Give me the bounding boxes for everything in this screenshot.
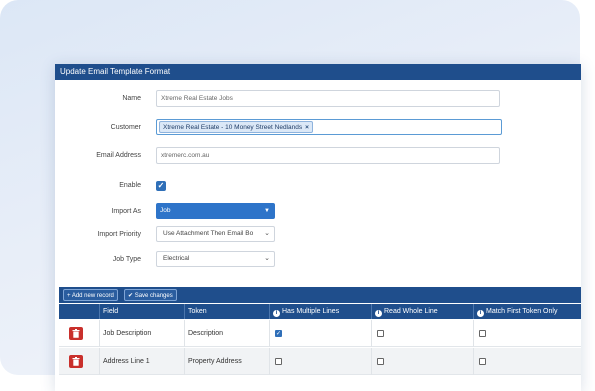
job-type-label: Job Type	[112, 256, 141, 263]
email-input[interactable]: xtremerc.com.au	[156, 147, 500, 164]
customer-label: Customer	[110, 124, 141, 131]
read-whole-line-checkbox[interactable]	[377, 358, 384, 365]
token-cell[interactable]: Property Address	[184, 348, 269, 375]
customer-multiselect[interactable]: Xtreme Real Estate - 10 Money Street Ned…	[156, 119, 502, 135]
chevron-down-icon: ⌄	[262, 227, 270, 241]
remove-tag-icon[interactable]: ×	[305, 124, 309, 131]
job-type-select[interactable]: Electrical ⌄	[156, 251, 275, 267]
column-header-token[interactable]: Token	[184, 304, 269, 319]
job-type-value: Electrical	[163, 255, 190, 262]
grid-header: Field Token i Has Multiple Lines i Read Wh…	[59, 304, 581, 319]
match-first-token-cell	[473, 320, 581, 347]
has-multiple-lines-cell: ✓	[269, 320, 371, 347]
caret-down-icon: ▼	[264, 208, 270, 214]
name-input[interactable]: Xtreme Real Estate Jobs	[156, 90, 500, 107]
customer-row: Customer Xtreme Real Estate - 10 Money S…	[55, 119, 581, 137]
grid-toolbar: + Add new record ✔ Save changes	[59, 287, 581, 303]
info-icon: i	[375, 310, 382, 317]
job-type-row: Job Type Electrical ⌄	[55, 251, 581, 269]
enable-label: Enable	[119, 182, 141, 189]
chevron-down-icon: ⌄	[262, 252, 270, 266]
update-email-template-dialog: Update Email Template Format Name Xtreme…	[55, 64, 581, 391]
column-header-label: Read Whole Line	[384, 308, 438, 315]
enable-row: Enable ✓	[55, 177, 581, 195]
add-new-record-button[interactable]: + Add new record	[63, 289, 118, 301]
import-priority-select[interactable]: Use Attachment Then Email Bo ⌄	[156, 226, 275, 242]
table-row: Address Line 1 Property Address	[59, 348, 581, 375]
read-whole-line-cell	[371, 320, 473, 347]
field-cell[interactable]: Job Description	[99, 320, 184, 347]
token-cell[interactable]: Description	[184, 320, 269, 347]
trash-icon	[72, 329, 80, 338]
table-row: Job Description Description ✓	[59, 320, 581, 347]
email-row: Email Address xtremerc.com.au	[55, 147, 581, 165]
column-header-field[interactable]: Field	[99, 304, 184, 319]
name-label: Name	[122, 95, 141, 102]
has-multiple-lines-cell	[269, 348, 371, 375]
save-changes-button[interactable]: ✔ Save changes	[124, 289, 177, 301]
email-label: Email Address	[96, 152, 141, 159]
has-multiple-lines-checkbox[interactable]	[275, 358, 282, 365]
import-as-label: Import As	[111, 208, 141, 215]
trash-icon	[72, 357, 80, 366]
column-header-label: Match First Token Only	[486, 308, 558, 315]
match-first-token-checkbox[interactable]	[479, 358, 486, 365]
delete-button[interactable]	[69, 327, 83, 340]
read-whole-line-checkbox[interactable]	[377, 330, 384, 337]
dialog-title: Update Email Template Format	[55, 64, 581, 80]
import-as-row: Import As Job ▼	[55, 203, 581, 221]
match-first-token-checkbox[interactable]	[479, 330, 486, 337]
has-multiple-lines-checkbox[interactable]: ✓	[275, 330, 282, 337]
info-icon: i	[273, 310, 280, 317]
column-header-read-whole-line[interactable]: i Read Whole Line	[371, 304, 473, 319]
customer-tag-text: Xtreme Real Estate - 10 Money Street Ned…	[163, 124, 303, 131]
import-priority-row: Import Priority Use Attachment Then Emai…	[55, 226, 581, 244]
import-priority-label: Import Priority	[97, 231, 141, 238]
import-priority-value: Use Attachment Then Email Bo	[163, 230, 254, 237]
import-as-select[interactable]: Job ▼	[156, 203, 275, 219]
field-cell[interactable]: Address Line 1	[99, 348, 184, 375]
enable-checkbox[interactable]: ✓	[156, 181, 166, 191]
column-header-actions	[59, 304, 99, 319]
match-first-token-cell	[473, 348, 581, 375]
column-header-has-multiple-lines[interactable]: i Has Multiple Lines	[269, 304, 371, 319]
import-as-value: Job	[160, 207, 171, 214]
delete-button[interactable]	[69, 355, 83, 368]
name-row: Name Xtreme Real Estate Jobs	[55, 90, 581, 108]
column-header-label: Has Multiple Lines	[282, 308, 340, 315]
column-header-match-first-token-only[interactable]: i Match First Token Only	[473, 304, 581, 319]
customer-tag: Xtreme Real Estate - 10 Money Street Ned…	[159, 121, 313, 133]
info-icon: i	[477, 310, 484, 317]
read-whole-line-cell	[371, 348, 473, 375]
